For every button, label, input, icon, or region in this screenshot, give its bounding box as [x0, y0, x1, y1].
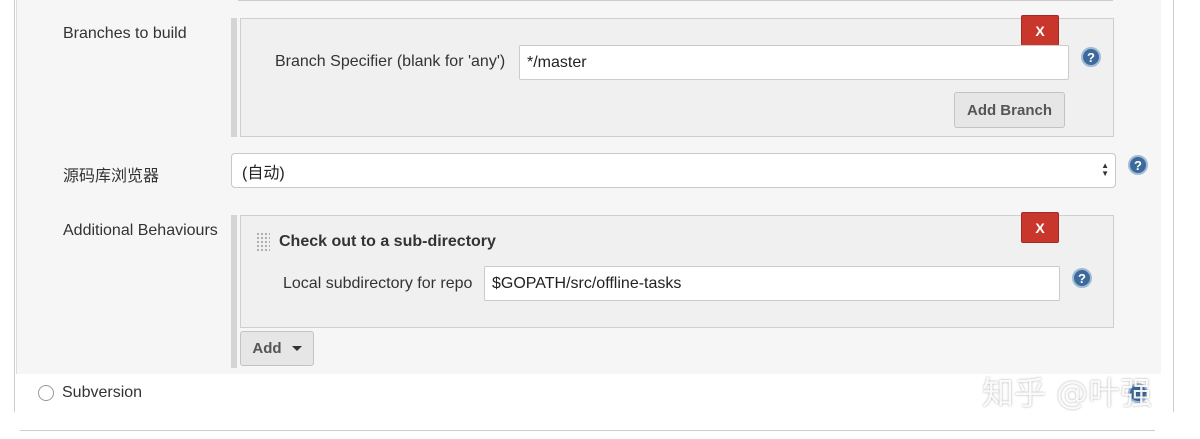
- repeatable-bar: [231, 18, 237, 137]
- watermark: 知乎 @叶强: [982, 374, 1153, 412]
- behaviour-title: Check out to a sub-directory: [279, 233, 496, 250]
- subversion-label: Subversion: [62, 384, 143, 401]
- branch-specifier-input[interactable]: */master: [519, 45, 1069, 80]
- help-icon[interactable]: ?: [1081, 47, 1101, 67]
- repo-browser-select[interactable]: (自动) ▲ ▼: [231, 153, 1116, 188]
- repo-browser-selected-value: (自动): [242, 164, 285, 182]
- help-icon[interactable]: ?: [1128, 155, 1148, 175]
- local-subdirectory-input[interactable]: $GOPATH/src/offline-tasks: [484, 266, 1060, 301]
- select-arrows-icon: ▲ ▼: [1101, 161, 1109, 178]
- divider: [238, 0, 1113, 1]
- local-subdirectory-label: Local subdirectory for repo: [283, 275, 473, 292]
- repo-browser-label: 源码库浏览器: [63, 168, 160, 185]
- additional-behaviours-label: Additional Behaviours: [63, 222, 218, 239]
- add-branch-button[interactable]: Add Branch: [954, 92, 1065, 128]
- delete-behaviour-button[interactable]: X: [1021, 212, 1059, 243]
- help-icon[interactable]: ?: [1072, 268, 1092, 288]
- branches-to-build-label: Branches to build: [63, 25, 187, 42]
- add-label: Add: [252, 340, 282, 357]
- drag-handle-icon[interactable]: [256, 232, 270, 252]
- subversion-radio[interactable]: [38, 385, 54, 401]
- delete-branch-button[interactable]: X: [1021, 15, 1059, 46]
- branch-specifier-label: Branch Specifier (blank for 'any'): [275, 53, 506, 70]
- caret-down-icon: [291, 346, 302, 351]
- repeatable-bar: [231, 215, 237, 368]
- divider: [20, 430, 1155, 431]
- add-behaviour-button[interactable]: Add: [240, 331, 314, 366]
